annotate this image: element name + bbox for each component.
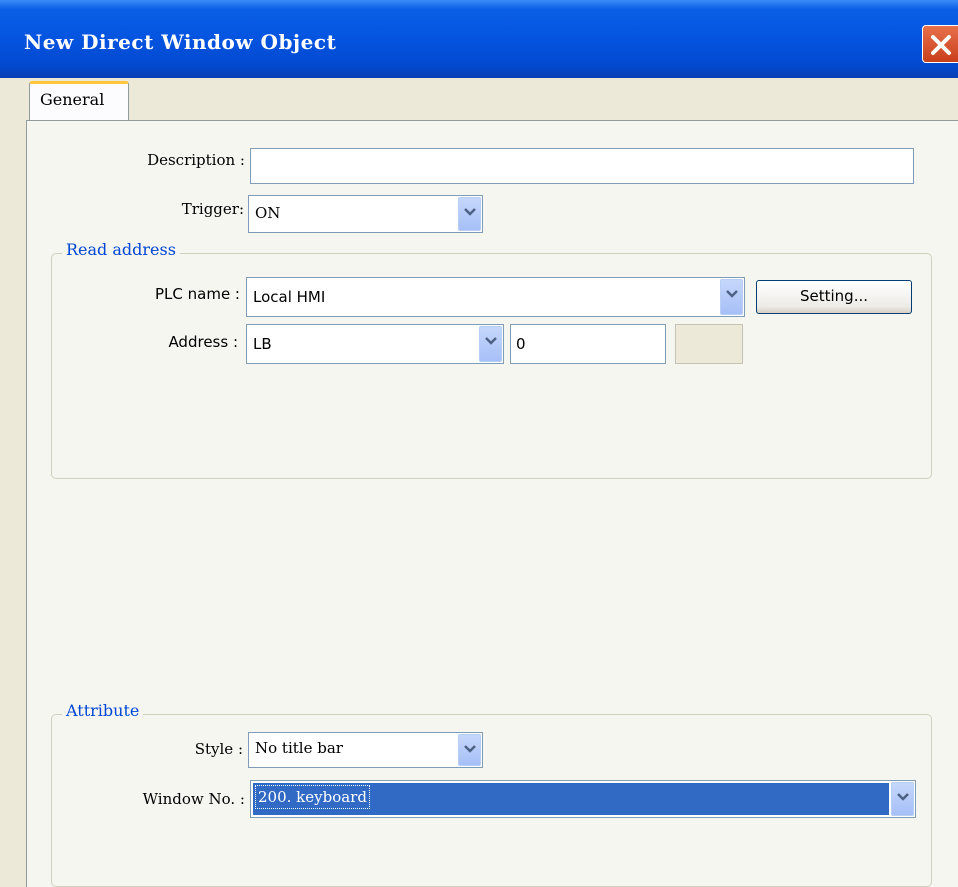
description-input[interactable] — [250, 148, 914, 184]
address-value-input[interactable]: 0 — [510, 324, 666, 364]
setting-button-label: Setting... — [799, 287, 868, 305]
title-bar[interactable]: New Direct Window Object — [0, 0, 958, 78]
address-type-select[interactable]: LB — [246, 324, 504, 364]
address-extra-field — [675, 324, 743, 364]
style-select[interactable]: No title bar — [248, 732, 483, 768]
close-icon — [931, 35, 951, 55]
address-value: 0 — [516, 335, 526, 353]
plc-name-select[interactable]: Local HMI — [246, 277, 745, 317]
window-no-dropdown-button[interactable] — [891, 782, 914, 816]
style-label: Style : — [194, 740, 243, 758]
description-label: Description : — [147, 151, 245, 169]
trigger-label: Trigger: — [181, 200, 244, 218]
style-dropdown-button[interactable] — [458, 734, 481, 766]
chevron-down-icon — [464, 745, 476, 753]
plc-name-value: Local HMI — [253, 288, 326, 306]
chevron-down-icon — [464, 208, 476, 216]
plc-name-label: PLC name : — [154, 285, 240, 303]
trigger-value: ON — [255, 204, 281, 222]
plc-name-dropdown-button[interactable] — [720, 279, 743, 315]
chevron-down-icon — [897, 793, 909, 801]
read-address-title: Read address — [62, 240, 180, 259]
style-value: No title bar — [255, 739, 343, 757]
dialog-window: New Direct Window Object General Descrip… — [0, 0, 958, 887]
address-label: Address : — [168, 333, 238, 351]
tab-general[interactable]: General — [29, 81, 129, 121]
window-no-value: 200. keyboard — [255, 785, 370, 809]
window-no-select[interactable]: 200. keyboard — [250, 780, 916, 818]
close-button[interactable] — [922, 25, 958, 63]
tab-general-label: General — [40, 90, 105, 109]
window-no-label: Window No. : — [142, 790, 245, 808]
trigger-dropdown-button[interactable] — [458, 197, 481, 231]
address-type-dropdown-button[interactable] — [479, 326, 502, 362]
attribute-title: Attribute — [62, 701, 144, 720]
window-title: New Direct Window Object — [24, 30, 337, 54]
address-type-value: LB — [253, 335, 272, 353]
chevron-down-icon — [726, 290, 738, 298]
trigger-select[interactable]: ON — [248, 195, 483, 233]
chevron-down-icon — [485, 337, 497, 345]
setting-button[interactable]: Setting... — [756, 280, 912, 314]
